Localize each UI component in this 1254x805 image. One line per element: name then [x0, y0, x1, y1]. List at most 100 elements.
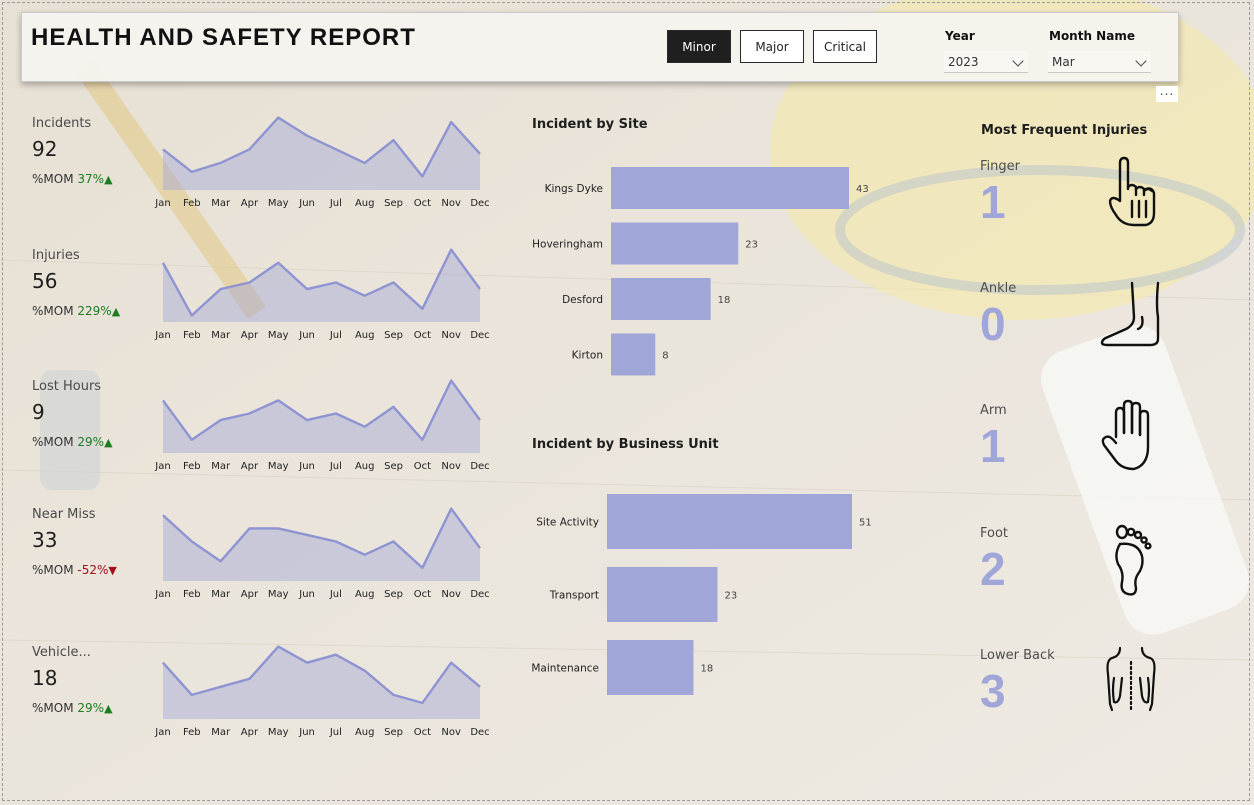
mom-label: %MOM	[32, 435, 74, 449]
bar	[611, 222, 739, 265]
x-tick-label: Apr	[241, 330, 259, 341]
x-tick-label: May	[268, 330, 289, 341]
month-label: Month Name	[1049, 29, 1135, 43]
injury-name: Lower Back	[980, 648, 1055, 663]
month-dropdown[interactable]: Mar	[1048, 51, 1151, 73]
x-tick-label: Jan	[154, 589, 170, 600]
foot-icon	[1115, 524, 1152, 596]
kpi-mom: %MOM 29%▲	[32, 435, 113, 449]
more-options-icon[interactable]: ...	[1156, 85, 1178, 102]
incident-by-business-unit-chart: Site Activity 51 Transport 23 Maintenance 18	[531, 494, 872, 695]
injury-name: Ankle	[980, 281, 1017, 296]
x-tick-label: Sep	[384, 461, 403, 472]
month-value: Mar	[1052, 55, 1075, 69]
injury-count: 1	[980, 420, 1006, 472]
x-tick-label: Feb	[183, 198, 201, 209]
x-tick-label: Sep	[384, 727, 403, 738]
x-tick-label: Feb	[183, 589, 201, 600]
major-button[interactable]: Major	[740, 30, 804, 63]
injury-name: Foot	[980, 526, 1009, 541]
x-tick-label: Jan	[154, 461, 170, 472]
injury-count: 0	[980, 298, 1006, 350]
incident-by-business-unit-title: Incident by Business Unit	[532, 437, 719, 452]
chevron-down-icon	[1135, 55, 1147, 67]
kpi-label: Near Miss	[32, 507, 96, 522]
injury-count: 1	[980, 176, 1006, 228]
data-label: 18	[700, 664, 713, 675]
incident-by-site-title: Incident by Site	[532, 117, 648, 132]
x-tick-label: Dec	[470, 198, 489, 209]
x-tick-label: Nov	[441, 461, 461, 472]
category-label: Kirton	[572, 350, 603, 362]
kpi-lost-hours: Lost Hours 9 %MOM 29%▲ Jan Feb Mar Apr May Ju…	[0, 379, 500, 509]
kpi-value: 92	[32, 137, 58, 161]
x-tick-label: Aug	[355, 727, 375, 738]
x-tick-label: Jul	[329, 461, 342, 472]
x-tick-label: Jun	[298, 330, 315, 341]
kpi-label: Incidents	[32, 116, 92, 131]
year-value: 2023	[948, 55, 979, 69]
injury-name: Finger	[980, 159, 1020, 174]
x-tick-label: Nov	[441, 198, 461, 209]
mom-label: %MOM	[32, 304, 74, 318]
x-tick-label: Mar	[211, 330, 231, 341]
x-tick-label: Sep	[384, 330, 403, 341]
critical-button[interactable]: Critical	[813, 30, 877, 63]
bar	[607, 494, 852, 549]
trend-arrow-icon: ▲	[111, 305, 121, 318]
near-miss-sparkline: Jan Feb Mar Apr May Jun Jul Aug Sep Oct Nov Dec	[154, 507, 490, 600]
year-label: Year	[945, 29, 975, 43]
x-tick-label: May	[268, 461, 289, 472]
kpi-value: 18	[32, 666, 58, 690]
x-tick-label: Nov	[441, 589, 461, 600]
minor-button[interactable]: Minor	[667, 30, 731, 63]
x-tick-label: Dec	[470, 727, 489, 738]
mom-percent: -52%	[77, 563, 109, 577]
x-tick-label: Dec	[470, 461, 489, 472]
x-tick-label: Sep	[384, 589, 403, 600]
page-title: HEALTH AND SAFETY REPORT	[31, 24, 416, 51]
x-tick-label: Feb	[183, 727, 201, 738]
data-label: 23	[724, 591, 737, 602]
kpi-label: Lost Hours	[32, 379, 102, 394]
x-tick-label: Apr	[241, 727, 259, 738]
x-tick-label: Apr	[241, 461, 259, 472]
injury-lower-back: Lower Back 3	[980, 646, 1180, 758]
x-tick-label: Jun	[298, 589, 315, 600]
x-tick-label: Nov	[441, 727, 461, 738]
x-tick-label: Oct	[414, 727, 431, 738]
x-tick-label: Dec	[470, 589, 489, 600]
category-label: Site Activity	[536, 517, 599, 529]
x-tick-label: Oct	[414, 461, 431, 472]
chevron-down-icon	[1012, 55, 1024, 67]
incident-by-site-chart: Kings Dyke 43 Hoveringham 23 Desford 18 Kirton…	[532, 167, 869, 376]
year-dropdown[interactable]: 2023	[944, 51, 1028, 73]
lower-back-icon	[1106, 646, 1156, 712]
x-tick-label: Jan	[154, 198, 170, 209]
x-tick-label: Jun	[298, 727, 315, 738]
bar	[611, 278, 711, 320]
x-tick-label: May	[268, 589, 289, 600]
x-tick-label: Sep	[384, 198, 403, 209]
category-label: Desford	[562, 294, 603, 306]
data-label: 8	[662, 351, 668, 362]
category-label: Kings Dyke	[545, 183, 603, 195]
incidents-sparkline: Jan Feb Mar Apr May Jun Jul Aug Sep Oct Nov Dec	[154, 116, 490, 209]
injury-foot: Foot 2	[980, 524, 1180, 636]
kpi-near-miss: Near Miss 33 %MOM -52%▼ Jan Feb Mar Apr May J…	[0, 507, 500, 637]
kpi-mom: %MOM 37%▲	[32, 172, 113, 186]
trend-arrow-icon: ▲	[104, 173, 113, 186]
header-bar: HEALTH AND SAFETY REPORT Minor Major Cri…	[21, 12, 1179, 82]
mom-percent: 29%	[77, 701, 105, 715]
trend-arrow-icon: ▲	[104, 702, 113, 715]
kpi-value: 56	[32, 269, 58, 293]
mom-label: %MOM	[32, 701, 74, 715]
data-label: 43	[856, 184, 869, 195]
kpi-value: 9	[32, 400, 45, 424]
data-label: 51	[859, 518, 872, 529]
mom-label: %MOM	[32, 172, 74, 186]
kpi-label: Injuries	[32, 248, 80, 263]
data-label: 23	[745, 240, 758, 251]
x-tick-label: Jan	[154, 727, 170, 738]
injury-arm: Arm 1	[980, 399, 1180, 513]
